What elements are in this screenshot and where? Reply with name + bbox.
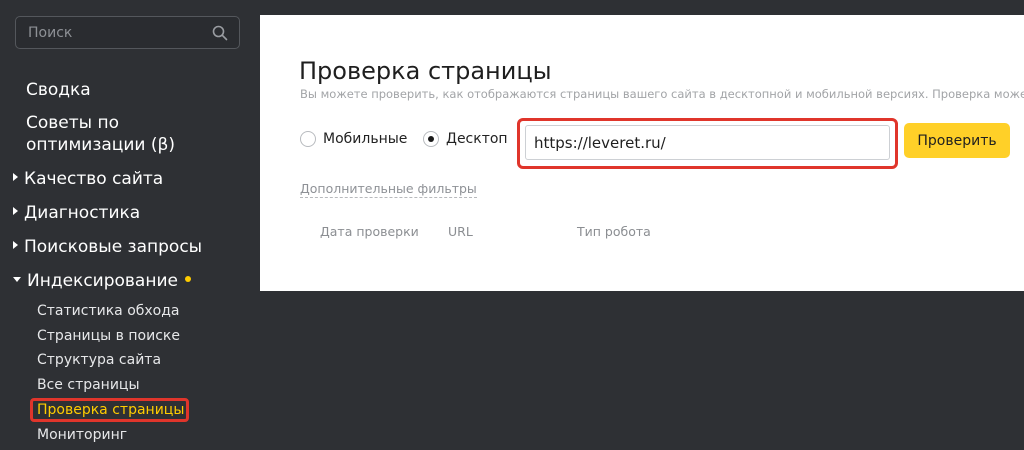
radio-label: Десктоп xyxy=(446,131,508,147)
sidebar-subitem-all-pages[interactable]: Все страницы xyxy=(37,376,140,394)
radio-unchecked-icon xyxy=(300,131,316,147)
caret-right-icon xyxy=(13,241,18,249)
sidebar-item-label: Поисковые запросы xyxy=(24,237,203,257)
radio-desktop[interactable]: Десктоп xyxy=(423,131,508,147)
column-header-check-date[interactable]: Дата проверки xyxy=(320,224,419,239)
additional-filters-link[interactable]: Дополнительные фильтры xyxy=(300,181,477,198)
sidebar-item-optimization-tips[interactable]: Советы по оптимизации (β) xyxy=(26,112,226,156)
sidebar-item-search-queries[interactable]: Поисковые запросы xyxy=(13,236,202,258)
sidebar: Поиск Сводка Советы по оптимизации (β) К… xyxy=(0,0,260,450)
page-title: Проверка страницы xyxy=(299,57,552,85)
check-button[interactable]: Проверить xyxy=(904,123,1010,158)
page-description: Вы можете проверить, как отображаются ст… xyxy=(300,87,1024,101)
radio-label: Мобильные xyxy=(323,131,408,147)
search-input[interactable]: Поиск xyxy=(15,16,240,49)
caret-right-icon xyxy=(13,207,18,215)
sidebar-item-label: Сводка xyxy=(26,80,91,100)
sidebar-item-summary[interactable]: Сводка xyxy=(26,79,91,101)
sidebar-subitem-pages-in-search[interactable]: Страницы в поиске xyxy=(37,327,180,345)
caret-right-icon xyxy=(13,173,18,181)
column-header-robot-type[interactable]: Тип робота xyxy=(577,224,651,239)
highlight-outline xyxy=(30,398,189,422)
sidebar-item-diagnostics[interactable]: Диагностика xyxy=(13,202,140,224)
sidebar-item-site-quality[interactable]: Качество сайта xyxy=(13,168,163,190)
sidebar-item-label: Индексирование xyxy=(27,271,178,291)
sidebar-item-label: Советы по оптимизации (β) xyxy=(26,113,175,155)
caret-down-icon xyxy=(13,276,21,282)
sidebar-item-indexing[interactable]: Индексирование xyxy=(13,270,191,292)
sidebar-subitem-monitoring[interactable]: Мониторинг xyxy=(37,426,127,444)
column-header-url[interactable]: URL xyxy=(448,224,473,239)
main-panel: Проверка страницы Вы можете проверить, к… xyxy=(260,15,1024,291)
search-icon[interactable] xyxy=(211,24,229,42)
url-input[interactable] xyxy=(525,125,890,160)
search-placeholder: Поиск xyxy=(28,25,73,41)
radio-mobile[interactable]: Мобильные xyxy=(300,131,407,147)
sidebar-item-label: Качество сайта xyxy=(24,169,164,189)
radio-checked-icon xyxy=(423,131,439,147)
sidebar-item-label: Диагностика xyxy=(24,203,141,223)
sidebar-subitem-crawl-stats[interactable]: Статистика обхода xyxy=(37,302,180,320)
sidebar-subitem-site-structure[interactable]: Структура сайта xyxy=(37,351,161,369)
notification-dot-icon xyxy=(184,276,191,282)
